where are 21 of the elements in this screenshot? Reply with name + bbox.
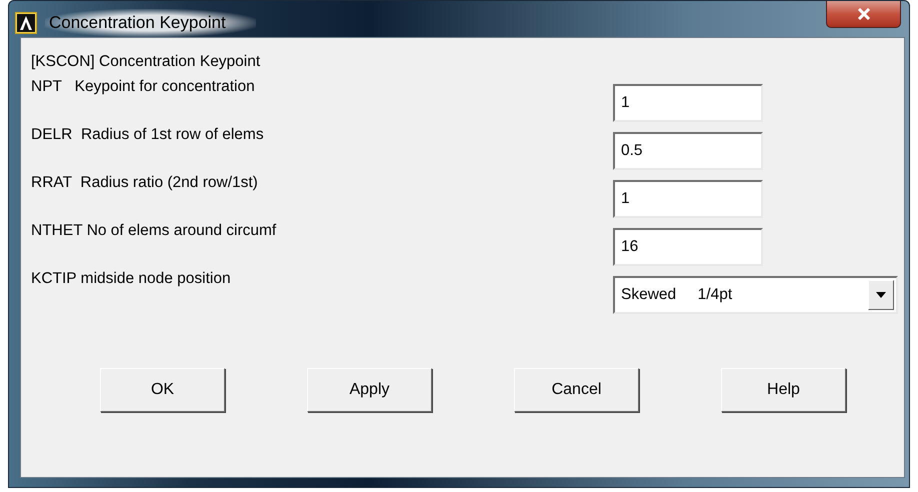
close-button[interactable]: [826, 1, 901, 28]
field-label: DELR Radius of 1st row of elems: [31, 125, 265, 145]
field-label: RRAT Radius ratio (2nd row/1st): [31, 173, 259, 193]
field-label: KCTIP midside node position: [31, 269, 232, 289]
dropdown-button[interactable]: [868, 280, 894, 310]
dialog-button[interactable]: OK: [100, 368, 225, 412]
window-title: Concentration Keypoint: [45, 9, 256, 37]
dialog-button[interactable]: Help: [721, 368, 846, 412]
field-label: NTHET No of elems around circumf: [31, 221, 278, 241]
dropdown-field[interactable]: Skewed 1/4pt: [613, 276, 898, 314]
input-field[interactable]: 0.5: [613, 132, 763, 170]
field-label: NPT Keypoint for concentration: [31, 77, 256, 97]
input-field[interactable]: 1: [613, 84, 763, 122]
dialog-heading: [KSCON] Concentration Keypoint: [31, 52, 262, 72]
input-field[interactable]: 1: [613, 180, 763, 218]
dialog-button[interactable]: Cancel: [514, 368, 639, 412]
logo-icon: [15, 12, 37, 34]
dialog-button[interactable]: Apply: [307, 368, 432, 412]
caret-icon: [876, 292, 886, 298]
close-icon: [856, 8, 870, 20]
input-field[interactable]: 16: [613, 228, 763, 266]
